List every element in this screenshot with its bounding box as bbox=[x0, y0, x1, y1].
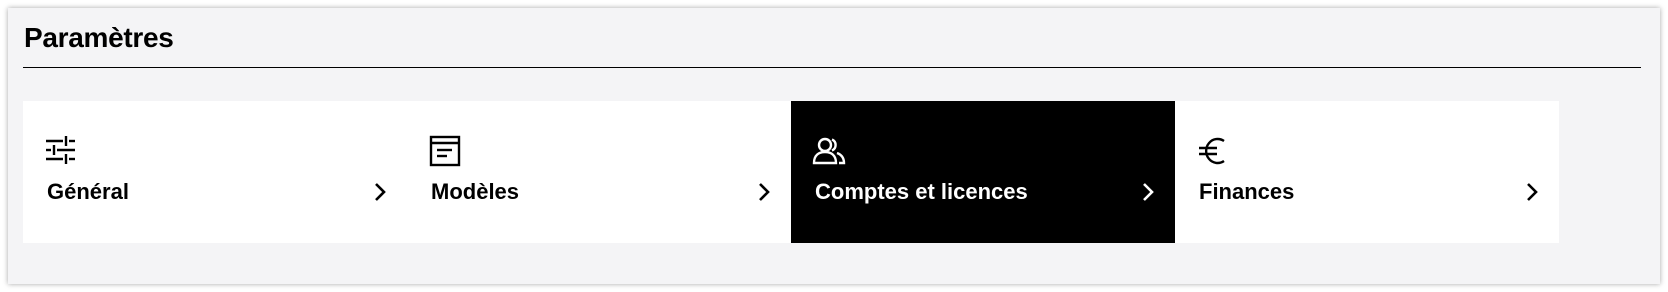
settings-card-label: Général bbox=[47, 179, 129, 204]
page-title: Paramètres bbox=[24, 22, 174, 53]
settings-card-label: Finances bbox=[1199, 179, 1295, 204]
chevron-right-icon bbox=[1143, 183, 1154, 201]
template-icon bbox=[429, 135, 461, 167]
settings-panel: Paramètres Général Modèles Comptes et li… bbox=[8, 8, 1660, 284]
euro-icon bbox=[1199, 137, 1225, 165]
chevron-right-icon bbox=[375, 183, 386, 201]
settings-card-label: Modèles bbox=[431, 179, 520, 204]
users-icon bbox=[812, 137, 846, 165]
settings-card-finances[interactable]: Finances bbox=[1175, 101, 1559, 243]
settings-card-templates[interactable]: Modèles bbox=[407, 101, 791, 243]
chevron-right-icon bbox=[759, 183, 770, 201]
chevron-right-icon bbox=[1527, 183, 1538, 201]
settings-card-general[interactable]: Général bbox=[23, 101, 407, 243]
title-divider bbox=[23, 67, 1641, 68]
settings-card-label: Comptes et licences bbox=[815, 179, 1028, 204]
settings-card-accounts[interactable]: Comptes et licences bbox=[791, 101, 1175, 243]
sliders-icon bbox=[46, 136, 75, 164]
